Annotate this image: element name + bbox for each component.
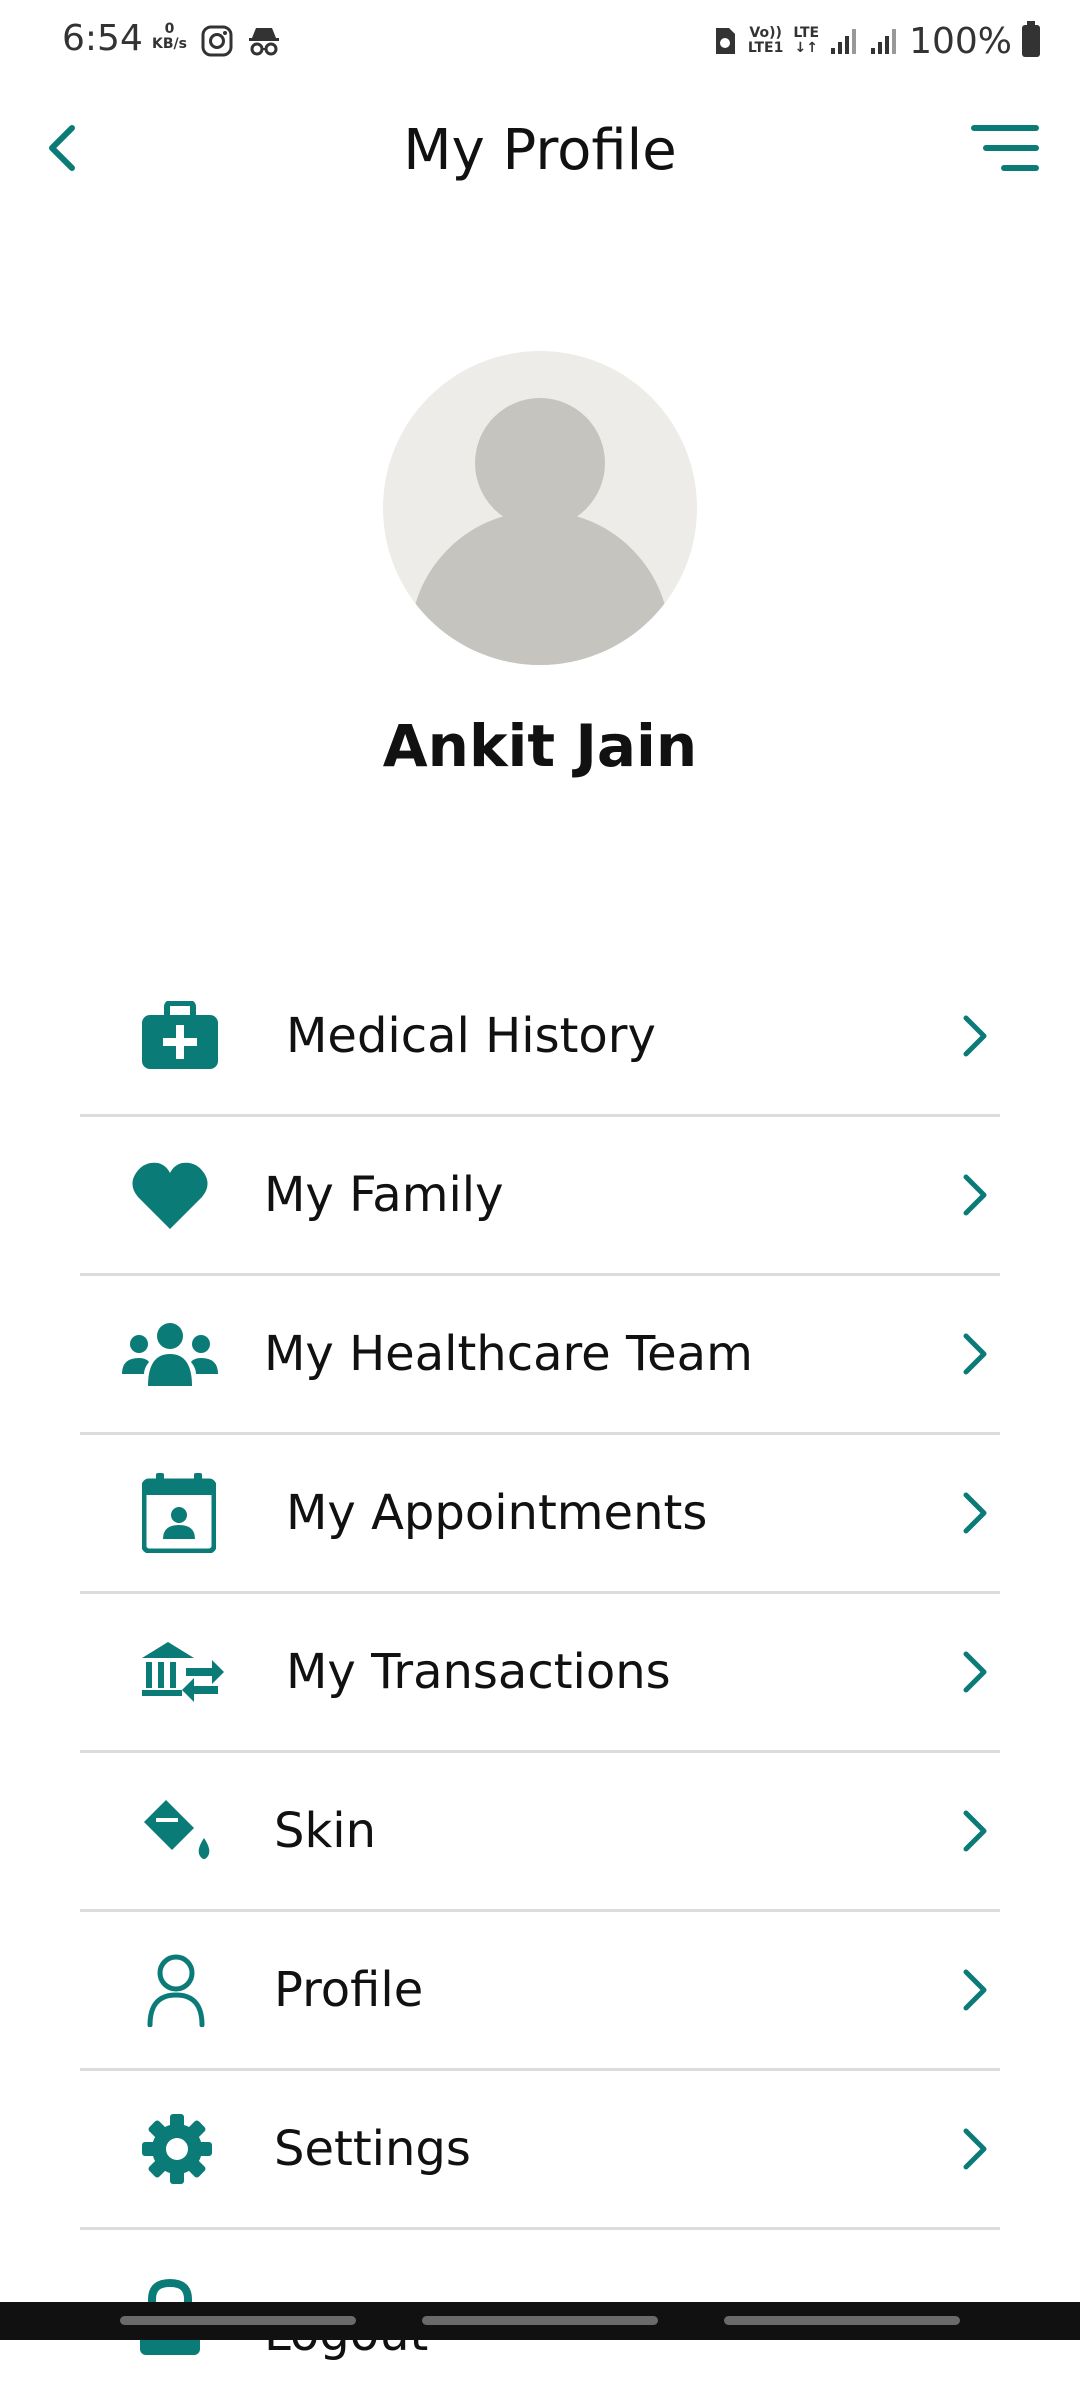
chevron-right-icon — [963, 1651, 987, 1693]
menu-item-medical-history[interactable]: Medical History — [80, 958, 1000, 1117]
user-outline-icon — [147, 1954, 205, 2027]
net-speed-indicator: 0 KB/s — [152, 22, 187, 52]
chevron-right-icon — [963, 1174, 987, 1216]
bank-transfer-icon — [142, 1642, 224, 1702]
menu-item-transactions[interactable]: My Transactions — [80, 1594, 1000, 1753]
chevron-right-icon — [963, 2128, 987, 2170]
app-header: My Profile — [0, 100, 1080, 200]
lte-label: LTE — [793, 25, 820, 41]
signal-icon-2 — [871, 29, 897, 54]
users-icon — [122, 1323, 218, 1386]
menu-item-label: Medical History — [286, 1008, 656, 1064]
chevron-right-icon — [963, 1015, 987, 1057]
menu-item-settings[interactable]: Settings — [80, 2071, 1000, 2230]
page-title: My Profile — [403, 118, 677, 183]
menu-item-profile[interactable]: Profile — [80, 1912, 1000, 2071]
chevron-right-icon — [963, 1810, 987, 1852]
heart-icon — [132, 1162, 208, 1229]
volte-line1: Vo)) — [749, 25, 782, 41]
incognito-icon — [249, 28, 279, 56]
user-name: Ankit Jain — [382, 712, 698, 780]
system-nav-bar — [0, 2302, 1080, 2340]
chevron-right-icon — [963, 1492, 987, 1534]
profile-menu: Medical History My Family My Healthcare … — [80, 958, 1000, 2386]
menu-item-skin[interactable]: Skin — [80, 1753, 1000, 1912]
menu-item-label: My Appointments — [286, 1485, 708, 1541]
signal-icon — [831, 29, 857, 54]
status-bar: 6:54 0 KB/s Vo)) LTE1 LTE ↓↑ 100% — [0, 0, 1080, 80]
gear-icon — [142, 2114, 212, 2184]
menu-icon[interactable] — [970, 120, 1040, 176]
instagram-icon — [201, 25, 233, 57]
menu-item-appointments[interactable]: My Appointments — [80, 1435, 1000, 1594]
menu-item-label: My Family — [264, 1167, 504, 1223]
net-speed-unit: KB/s — [152, 36, 187, 52]
battery-icon — [1022, 21, 1040, 57]
menu-item-my-family[interactable]: My Family — [80, 1117, 1000, 1276]
battery-percent: 100% — [909, 20, 1012, 62]
avatar[interactable] — [383, 351, 697, 665]
nav-recents[interactable] — [120, 2316, 356, 2325]
data-arrows: ↓↑ — [794, 40, 818, 56]
chevron-right-icon — [963, 1333, 987, 1375]
menu-item-label: Skin — [274, 1803, 377, 1859]
user-placeholder-icon — [410, 398, 670, 665]
lte-indicator: LTE ↓↑ — [793, 26, 819, 56]
menu-item-label: Settings — [274, 2121, 471, 2177]
menu-item-label: My Transactions — [286, 1644, 671, 1700]
status-right: Vo)) LTE1 LTE ↓↑ 100% — [712, 18, 1040, 64]
chevron-right-icon — [963, 1969, 987, 2011]
menu-item-label: My Healthcare Team — [264, 1326, 753, 1382]
volte-indicator: Vo)) LTE1 — [748, 26, 783, 56]
menu-item-healthcare-team[interactable]: My Healthcare Team — [80, 1276, 1000, 1435]
paint-bucket-icon — [144, 1800, 210, 1859]
nav-home[interactable] — [422, 2316, 658, 2325]
calendar-user-icon — [142, 1473, 216, 1553]
medical-kit-icon — [142, 1001, 218, 1069]
net-speed-value: 0 — [164, 21, 175, 37]
nav-back[interactable] — [724, 2316, 960, 2325]
menu-item-label: Profile — [274, 1962, 424, 2018]
sim-icon — [715, 28, 735, 54]
volte-line2: LTE1 — [747, 40, 784, 56]
status-time: 6:54 — [62, 18, 143, 59]
